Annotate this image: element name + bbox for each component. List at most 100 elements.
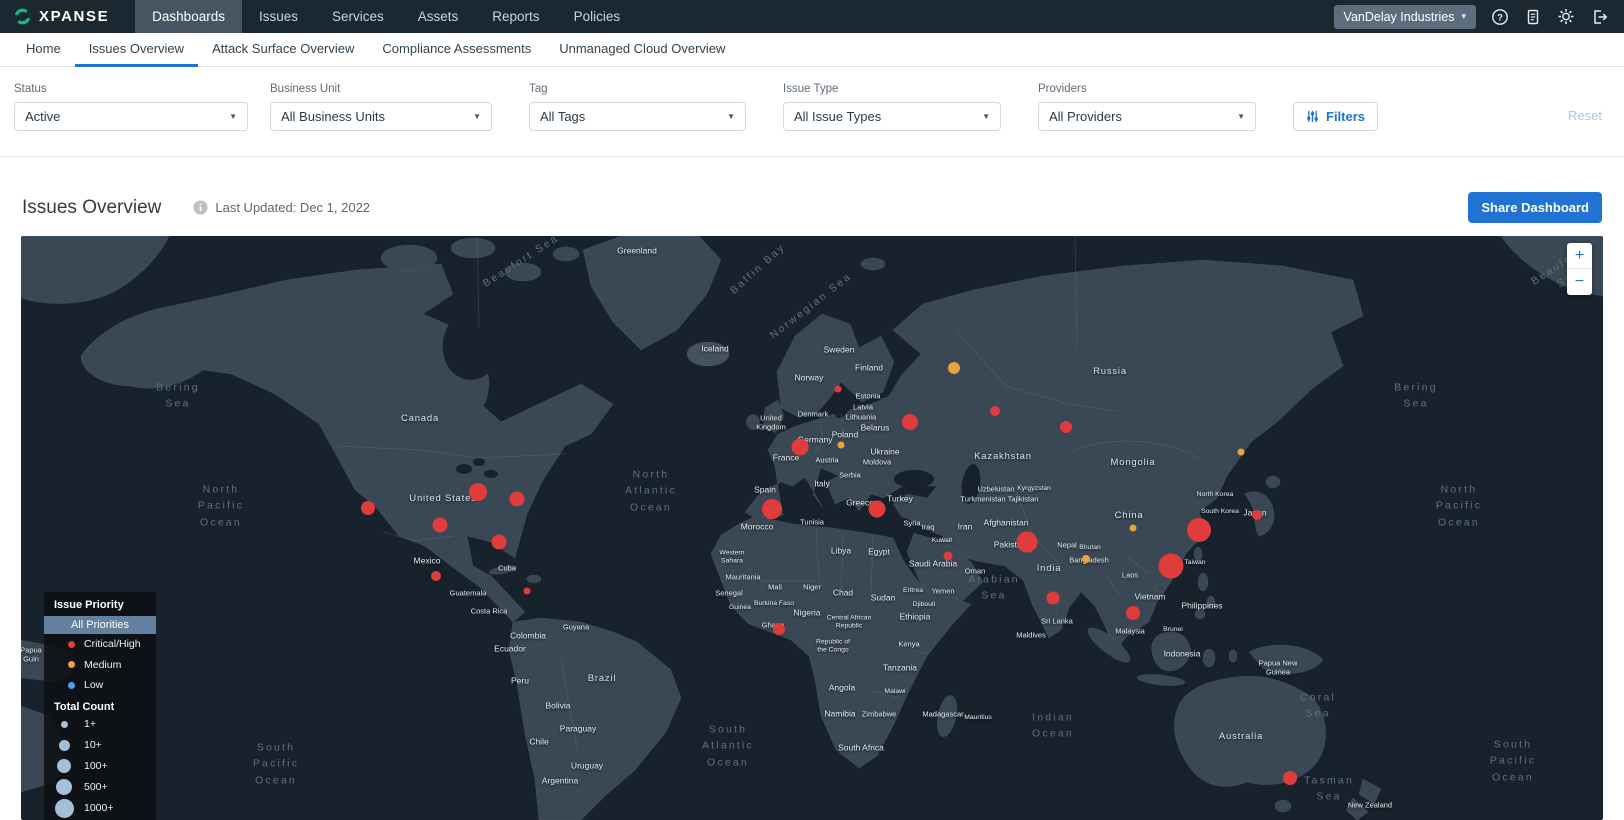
filter-select-tag[interactable]: All Tags ▼ <box>529 102 746 131</box>
tab-issues-overview[interactable]: Issues Overview <box>75 33 198 67</box>
issue-cluster-dot[interactable] <box>431 571 441 581</box>
count-dot-icon <box>56 779 72 795</box>
issue-cluster-dot[interactable] <box>433 518 448 533</box>
zoom-in-button[interactable]: + <box>1567 243 1592 269</box>
legend-count-label: 1000+ <box>84 802 114 814</box>
issue-cluster-dot[interactable] <box>902 414 918 430</box>
logo-text: XPANSE <box>39 8 109 25</box>
issue-cluster-dot[interactable] <box>361 501 375 515</box>
world-map-svg <box>21 236 1603 820</box>
legend-count-title: Total Count <box>44 700 156 714</box>
issue-cluster-dot[interactable] <box>948 362 960 374</box>
issue-cluster-dot[interactable] <box>792 439 809 456</box>
issue-cluster-dot[interactable] <box>1047 592 1060 605</box>
nav-item-assets[interactable]: Assets <box>401 0 476 33</box>
issues-world-map[interactable]: Bering SeaBeaufort SeaBaffin BayNorwegia… <box>21 236 1603 820</box>
issue-cluster-dot[interactable] <box>469 483 487 501</box>
reset-filters-link[interactable]: Reset <box>1568 108 1602 123</box>
chevron-down-icon: ▾ <box>1461 11 1466 22</box>
tab-compliance-assessments[interactable]: Compliance Assessments <box>368 33 545 67</box>
filter-bar: StatusActive▼Business UnitAll Business U… <box>0 67 1624 157</box>
filter-select-issue-type[interactable]: All Issue Types ▼ <box>783 102 1001 131</box>
issue-cluster-dot[interactable] <box>1082 555 1090 563</box>
chevron-down-icon: ▼ <box>473 112 481 121</box>
legend-all-priorities[interactable]: All Priorities <box>44 616 156 634</box>
filter-value-status: Active <box>25 109 60 124</box>
gear-icon[interactable] <box>1557 8 1575 26</box>
tab-attack-surface-overview[interactable]: Attack Surface Overview <box>198 33 368 67</box>
chevron-down-icon: ▼ <box>1237 112 1245 121</box>
filter-group-business-unit: Business UnitAll Business Units▼ <box>270 83 492 131</box>
issue-cluster-dot[interactable] <box>990 406 1000 416</box>
issue-cluster-dot[interactable] <box>944 552 953 561</box>
issue-cluster-dot[interactable] <box>1252 510 1262 520</box>
help-icon[interactable]: ? <box>1491 8 1509 26</box>
filter-label-issue-type: Issue Type <box>783 83 1001 95</box>
issue-cluster-dot[interactable] <box>773 623 785 635</box>
filter-value-tag: All Tags <box>540 109 585 124</box>
nav-item-policies[interactable]: Policies <box>557 0 638 33</box>
count-dot-icon <box>61 721 68 728</box>
issue-cluster-dot[interactable] <box>1060 421 1072 433</box>
legend-count-1000: 1000+ <box>44 798 156 819</box>
share-dashboard-button[interactable]: Share Dashboard <box>1468 192 1602 223</box>
filter-select-providers[interactable]: All Providers ▼ <box>1038 102 1256 131</box>
filter-label-providers: Providers <box>1038 83 1256 95</box>
filter-select-status[interactable]: Active▼ <box>14 102 248 131</box>
issue-cluster-dot[interactable] <box>492 535 507 550</box>
logout-icon[interactable] <box>1590 8 1608 26</box>
filter-value-providers: All Providers <box>1049 109 1122 124</box>
legend-priority-low[interactable]: Low <box>44 675 156 696</box>
last-updated-text: Last Updated: Dec 1, 2022 <box>215 200 370 215</box>
filter-select-business-unit[interactable]: All Business Units▼ <box>270 102 492 131</box>
legend-count-500: 500+ <box>44 777 156 798</box>
filters-button-label: Filters <box>1326 109 1365 124</box>
top-nav-right: VanDelay Industries ▾ ? <box>1334 0 1624 33</box>
count-dot-wrap <box>44 721 84 728</box>
legend-count-label: 1+ <box>84 718 96 730</box>
issue-cluster-dot[interactable] <box>1159 554 1184 579</box>
issue-cluster-dot[interactable] <box>524 588 531 595</box>
info-icon <box>193 200 208 215</box>
issue-cluster-dot[interactable] <box>838 442 845 449</box>
nav-item-services[interactable]: Services <box>315 0 401 33</box>
count-dot-icon <box>57 759 71 773</box>
nav-item-dashboards[interactable]: Dashboards <box>135 0 242 33</box>
docs-icon[interactable] <box>1524 8 1542 26</box>
chevron-down-icon: ▼ <box>727 112 735 121</box>
tab-unmanaged-cloud-overview[interactable]: Unmanaged Cloud Overview <box>545 33 739 67</box>
nav-item-issues[interactable]: Issues <box>242 0 315 33</box>
legend-priority-critical-high[interactable]: Critical/High <box>44 634 156 655</box>
legend-count-10: 10+ <box>44 735 156 756</box>
legend-priority-medium[interactable]: Medium <box>44 655 156 676</box>
svg-text:?: ? <box>1497 12 1503 23</box>
legend-priority-title: Issue Priority <box>44 598 156 612</box>
issue-cluster-dot[interactable] <box>869 501 886 518</box>
issue-cluster-dot[interactable] <box>762 499 782 519</box>
count-dot-icon <box>59 740 70 751</box>
account-switcher[interactable]: VanDelay Industries ▾ <box>1334 5 1476 29</box>
filter-group-tag: Tag All Tags ▼ <box>529 83 746 131</box>
filter-value-issue-type: All Issue Types <box>794 109 881 124</box>
issue-cluster-dot[interactable] <box>510 492 525 507</box>
chevron-down-icon: ▼ <box>982 112 990 121</box>
issue-cluster-dot[interactable] <box>1187 518 1211 542</box>
priority-dot-icon <box>68 661 75 668</box>
legend-count-label: 500+ <box>84 781 108 793</box>
issue-cluster-dot[interactable] <box>1017 532 1038 553</box>
issue-cluster-dot[interactable] <box>1126 606 1140 620</box>
tab-home[interactable]: Home <box>12 33 75 67</box>
zoom-out-button[interactable]: − <box>1567 269 1592 295</box>
legend-priority-label: Critical/High <box>84 638 141 650</box>
issue-cluster-dot[interactable] <box>1283 771 1297 785</box>
legend-count-label: 100+ <box>84 760 108 772</box>
filter-label-tag: Tag <box>529 83 746 95</box>
count-dot-wrap <box>44 759 84 773</box>
filters-button[interactable]: Filters <box>1293 102 1378 131</box>
issue-cluster-dot[interactable] <box>1130 525 1137 532</box>
issue-cluster-dot[interactable] <box>1238 449 1245 456</box>
issue-cluster-dot[interactable] <box>835 386 842 393</box>
top-nav: XPANSE DashboardsIssuesServicesAssetsRep… <box>0 0 1624 33</box>
dashboard-tabbar: HomeIssues OverviewAttack Surface Overvi… <box>0 33 1624 67</box>
nav-item-reports[interactable]: Reports <box>475 0 556 33</box>
